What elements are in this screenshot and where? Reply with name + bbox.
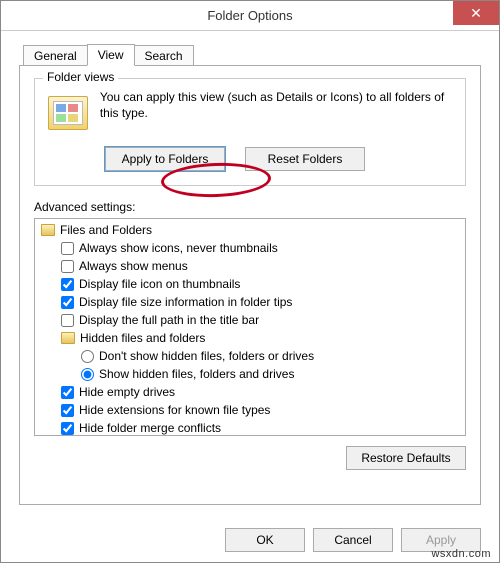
restore-defaults-button[interactable]: Restore Defaults [346, 446, 466, 470]
checkbox[interactable] [61, 422, 74, 435]
folder-views-title: Folder views [43, 70, 118, 84]
tree-item-label: Hide empty drives [79, 384, 175, 400]
tree-subfolder: Hidden files and folders [37, 329, 463, 347]
checkbox[interactable] [61, 314, 74, 327]
checkbox[interactable] [61, 278, 74, 291]
tree-item[interactable]: Always show menus [37, 257, 463, 275]
checkbox[interactable] [61, 296, 74, 309]
close-button[interactable]: ✕ [453, 1, 499, 25]
tab-panel-view: Folder views You can apply this view (su… [19, 65, 481, 505]
tree-item[interactable]: Hide folder merge conflicts [37, 419, 463, 436]
tab-view[interactable]: View [87, 44, 135, 66]
folder-icon [61, 332, 75, 344]
tree-root: Files and Folders [37, 221, 463, 239]
reset-folders-button[interactable]: Reset Folders [245, 147, 365, 171]
close-icon: ✕ [470, 5, 482, 22]
tree-item-label: Display the full path in the title bar [79, 312, 259, 328]
titlebar: Folder Options ✕ [1, 1, 499, 31]
folder-icon [41, 224, 55, 236]
tree-item-label: Hide extensions for known file types [79, 402, 270, 418]
tab-strip: General View Search [23, 43, 481, 65]
checkbox[interactable] [61, 404, 74, 417]
tree-item[interactable]: Don't show hidden files, folders or driv… [37, 347, 463, 365]
tree-item-label: Always show menus [79, 258, 188, 274]
advanced-settings-label: Advanced settings: [34, 200, 466, 214]
tree-item-label: Don't show hidden files, folders or driv… [99, 348, 314, 364]
window-title: Folder Options [207, 8, 292, 23]
cancel-button[interactable]: Cancel [313, 528, 393, 552]
tree-root-label: Files and Folders [60, 222, 152, 238]
apply-to-folders-button[interactable]: Apply to Folders [105, 147, 225, 171]
tree-item[interactable]: Hide empty drives [37, 383, 463, 401]
tree-item-label: Show hidden files, folders and drives [99, 366, 294, 382]
window-body: General View Search Folder views You can… [1, 31, 499, 505]
tree-item[interactable]: Display file icon on thumbnails [37, 275, 463, 293]
tree-item-label: Hide folder merge conflicts [79, 420, 221, 436]
tree-item[interactable]: Show hidden files, folders and drives [37, 365, 463, 383]
tab-general[interactable]: General [23, 45, 88, 66]
tree-item[interactable]: Always show icons, never thumbnails [37, 239, 463, 257]
checkbox[interactable] [61, 260, 74, 273]
tree-item-label: Hidden files and folders [80, 330, 205, 346]
radio[interactable] [81, 350, 94, 363]
tab-search[interactable]: Search [134, 45, 194, 66]
checkbox[interactable] [61, 242, 74, 255]
tree-item-label: Always show icons, never thumbnails [79, 240, 278, 256]
folder-views-description: You can apply this view (such as Details… [100, 89, 453, 121]
tree-item[interactable]: Display the full path in the title bar [37, 311, 463, 329]
tree-item-label: Display file size information in folder … [79, 294, 292, 310]
ok-button[interactable]: OK [225, 528, 305, 552]
radio[interactable] [81, 368, 94, 381]
folder-views-group: Folder views You can apply this view (su… [34, 78, 466, 186]
watermark-text: wsxdn.com [431, 548, 491, 560]
tree-item-label: Display file icon on thumbnails [79, 276, 240, 292]
folder-options-window: Folder Options ✕ General View Search Fol… [0, 0, 500, 563]
folder-views-icon [47, 89, 90, 137]
tree-item[interactable]: Display file size information in folder … [37, 293, 463, 311]
checkbox[interactable] [61, 386, 74, 399]
advanced-settings-tree[interactable]: Files and Folders Always show icons, nev… [34, 218, 466, 436]
tree-item[interactable]: Hide extensions for known file types [37, 401, 463, 419]
